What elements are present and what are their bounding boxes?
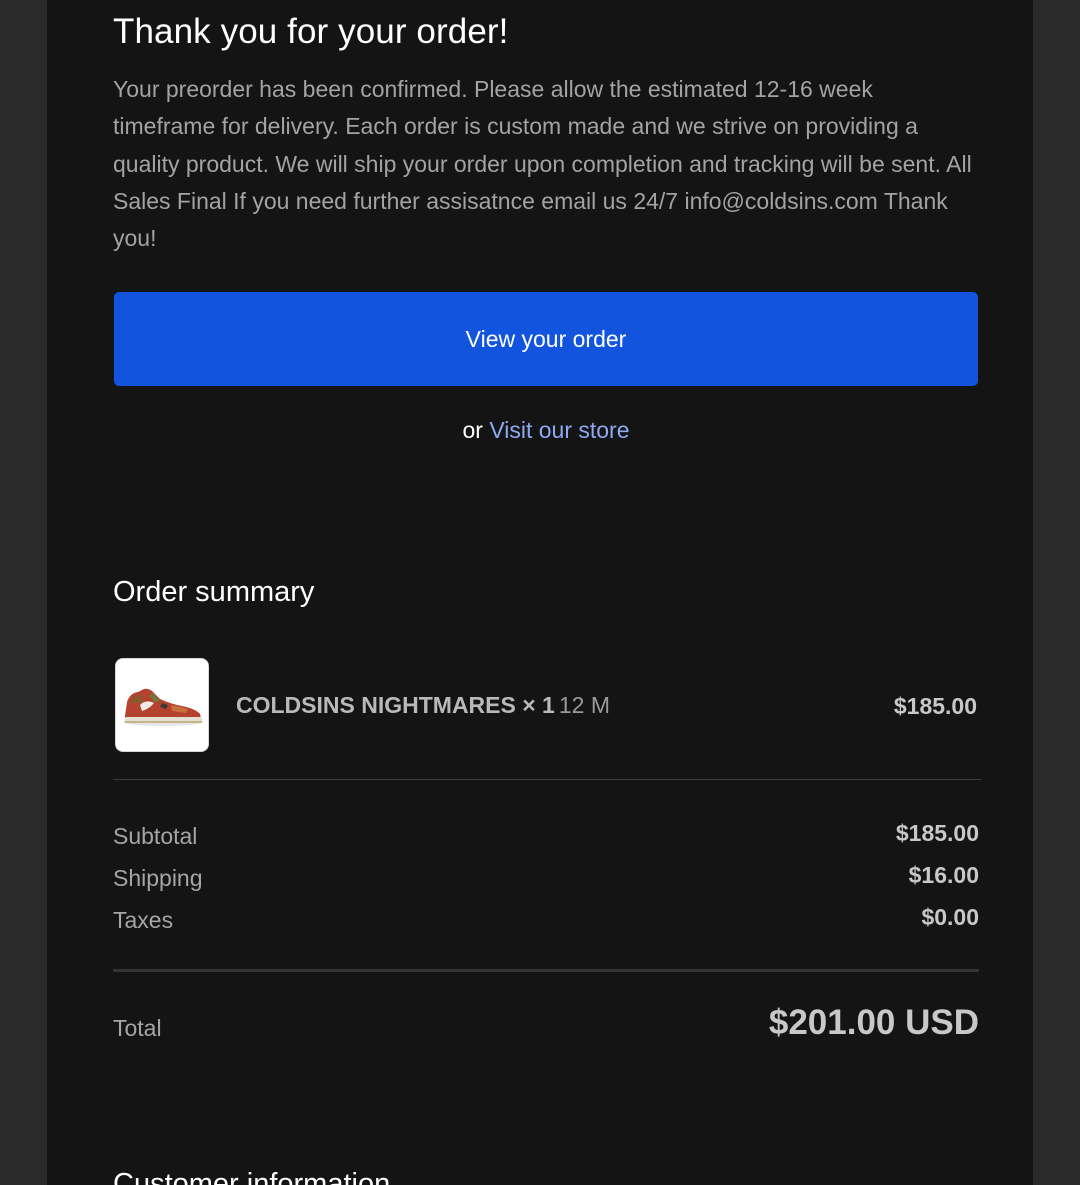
taxes-row: Taxes $0.00 [113, 904, 979, 939]
total-divider [113, 969, 979, 972]
taxes-label: Taxes [113, 907, 174, 933]
shipping-value: $16.00 [908, 862, 979, 888]
visit-store-link[interactable]: Visit our store [489, 417, 629, 443]
item-name: COLDSINS NIGHTMARES × 1 12 M [236, 692, 610, 719]
order-line-item: COLDSINS NIGHTMARES × 1 12 M $185.00 [113, 658, 979, 752]
shipping-label: Shipping [113, 865, 203, 891]
item-title: COLDSINS NIGHTMARES × 1 [236, 692, 555, 718]
summary-divider [113, 779, 981, 780]
subtotal-label: Subtotal [113, 823, 198, 849]
confirmation-message: Your preorder has been confirmed. Please… [113, 76, 972, 252]
taxes-value: $0.00 [921, 904, 979, 930]
visit-store-line: or Visit our store [113, 417, 979, 444]
total-value: $201.00 USD [768, 1003, 979, 1042]
sneaker-image [116, 659, 208, 751]
or-text: or [462, 417, 483, 443]
order-summary-heading: Order summary [113, 576, 315, 608]
view-order-button[interactable]: View your order [114, 292, 978, 386]
page-title: Thank you for your order! [113, 12, 509, 51]
total-label: Total [113, 1015, 162, 1041]
item-price: $185.00 [893, 693, 977, 719]
customer-information-heading: Customer information [113, 1168, 391, 1185]
subtotal-row: Subtotal $185.00 [113, 820, 979, 855]
item-variant: 12 M [558, 692, 610, 718]
shipping-row: Shipping $16.00 [113, 862, 979, 897]
order-confirmation-email: Thank you for your order! Your preorder … [47, 0, 1033, 1185]
product-thumbnail [115, 658, 209, 752]
subtotal-value: $185.00 [895, 820, 979, 846]
